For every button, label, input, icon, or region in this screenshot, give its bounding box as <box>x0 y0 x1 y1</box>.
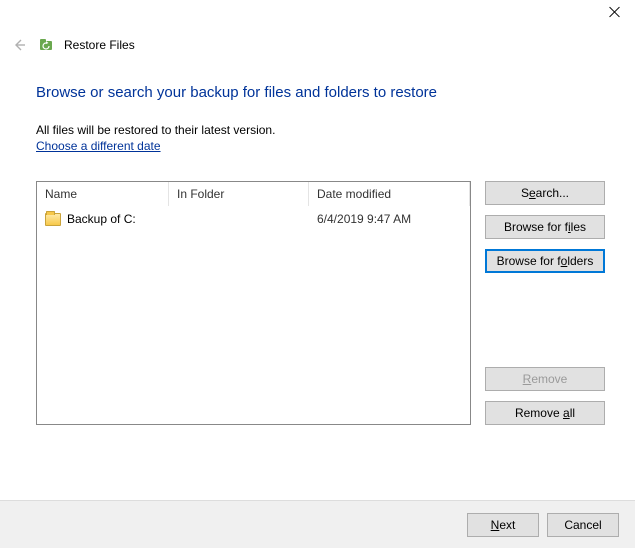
page-subtext: All files will be restored to their late… <box>36 123 605 137</box>
page-headline: Browse or search your backup for files a… <box>36 84 605 101</box>
close-icon[interactable] <box>609 6 621 18</box>
row-in-folder <box>169 217 309 221</box>
folder-icon <box>45 213 61 226</box>
window-title: Restore Files <box>64 38 135 52</box>
search-button[interactable]: Search... <box>485 181 605 205</box>
browse-folders-button[interactable]: Browse for folders <box>485 249 605 273</box>
column-date-modified[interactable]: Date modified <box>309 182 470 206</box>
row-date: 6/4/2019 9:47 AM <box>309 210 470 228</box>
list-item[interactable]: Backup of C: 6/4/2019 9:47 AM <box>37 206 470 232</box>
next-button[interactable]: Next <box>467 513 539 537</box>
cancel-button[interactable]: Cancel <box>547 513 619 537</box>
browse-files-button[interactable]: Browse for files <box>485 215 605 239</box>
remove-all-button[interactable]: Remove all <box>485 401 605 425</box>
column-name[interactable]: Name <box>37 182 169 206</box>
restore-files-icon <box>38 37 54 53</box>
remove-button: Remove <box>485 367 605 391</box>
choose-date-link[interactable]: Choose a different date <box>36 139 161 153</box>
file-list[interactable]: Name In Folder Date modified Backup of C… <box>36 181 471 425</box>
back-arrow-icon <box>10 36 28 54</box>
footer: Next Cancel <box>0 500 635 548</box>
row-name: Backup of C: <box>67 212 136 226</box>
column-in-folder[interactable]: In Folder <box>169 182 309 206</box>
list-header: Name In Folder Date modified <box>37 182 470 206</box>
